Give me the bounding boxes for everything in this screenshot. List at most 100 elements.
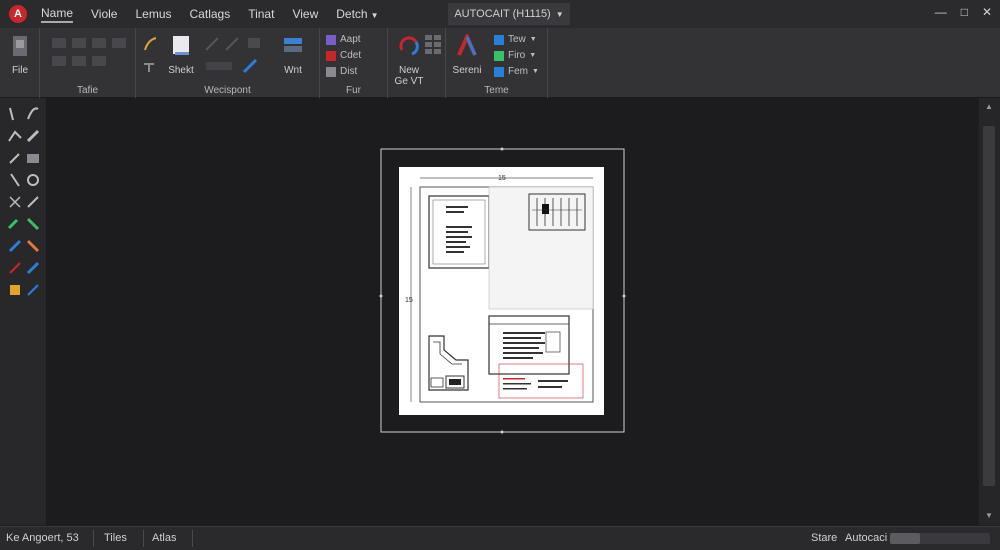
- line-tool-icon[interactable]: [7, 106, 23, 122]
- group-label-fur: Fur: [346, 85, 361, 96]
- grip-left-icon[interactable]: [379, 294, 383, 298]
- blue-pen-tool-icon[interactable]: [25, 260, 41, 276]
- group-label-table: Tafie: [76, 85, 99, 96]
- restore-button[interactable]: □: [961, 5, 968, 19]
- side-dimension-label: 15: [405, 297, 413, 304]
- brush-tool-icon[interactable]: [25, 128, 41, 144]
- wnt-button[interactable]: Wnt: [276, 34, 310, 76]
- table-tools-icon: [52, 38, 126, 66]
- menu-item-viole[interactable]: Viole: [91, 7, 117, 21]
- file-button[interactable]: File: [3, 34, 37, 76]
- teme-row-label: Fem: [508, 66, 528, 77]
- pencil-icon[interactable]: [142, 36, 158, 52]
- ribbon-group-teme: Sereni Tew ▼ Firo ▼ Fem ▼ Teme: [446, 28, 548, 98]
- sheet-button[interactable]: Shekt: [164, 34, 198, 76]
- erase-tool-icon[interactable]: [25, 238, 41, 254]
- fur-row-dist[interactable]: Dist: [326, 66, 357, 77]
- status-separator: [192, 530, 193, 547]
- window-controls: — □ ✕: [935, 5, 992, 19]
- fill-tool-icon[interactable]: [7, 216, 23, 232]
- teme-row-firo[interactable]: Firo ▼: [494, 50, 536, 61]
- menu-item-tinat[interactable]: Tinat: [248, 7, 274, 21]
- group-label-teme: Teme: [484, 85, 509, 96]
- status-progress-bar[interactable]: [890, 533, 990, 544]
- polyline-tool-icon[interactable]: [7, 128, 23, 144]
- scroll-down-icon[interactable]: ▼: [985, 511, 993, 520]
- top-dimension-label: 15: [498, 175, 506, 182]
- autocad-window: A Name Viole Lemus Catlags Tinat View De…: [0, 0, 1000, 550]
- snap-tool-icon[interactable]: [7, 260, 23, 276]
- sheet-icon: [173, 36, 189, 55]
- ribbon-group-workspace: Shekt Wnt Wecispont: [136, 28, 320, 98]
- scroll-up-icon[interactable]: ▲: [985, 102, 993, 111]
- scrollbar-thumb[interactable]: [983, 126, 995, 486]
- text-style-icon[interactable]: [142, 60, 158, 74]
- teme-row-tew[interactable]: Tew ▼: [494, 34, 537, 45]
- app-logo-icon[interactable]: A: [9, 5, 27, 23]
- document-tab[interactable]: AUTOCAIT (H1115) ▼: [448, 3, 570, 25]
- arc-tool-icon[interactable]: [25, 106, 41, 122]
- grip-right-icon[interactable]: [622, 294, 626, 298]
- status-separator: [143, 530, 144, 547]
- chevron-down-icon: ▼: [532, 68, 539, 75]
- close-button[interactable]: ✕: [982, 5, 992, 19]
- grip-bottom-icon[interactable]: [500, 430, 504, 434]
- fur-row-cdet[interactable]: Cdet: [326, 50, 361, 61]
- pen-tool-icon[interactable]: [7, 150, 23, 166]
- ribbon-group-fur: Aapt Cdet Dist Fur: [320, 28, 388, 98]
- sereni-label: Sereni: [452, 65, 482, 76]
- status-atlas[interactable]: Atlas: [152, 532, 176, 544]
- chevron-down-icon: ▼: [529, 52, 537, 59]
- teme-row-label: Firo: [508, 50, 526, 61]
- stylus-tool-icon[interactable]: [25, 194, 41, 210]
- menu-item-name[interactable]: Name: [41, 6, 74, 23]
- workspace-tools-icon: [205, 37, 260, 74]
- new-button[interactable]: New Ge VT: [392, 34, 426, 87]
- status-coordinates[interactable]: Ke Angoert, 53: [6, 532, 79, 544]
- file-label: File: [11, 65, 29, 76]
- drawing-canvas[interactable]: 15 15: [48, 98, 978, 525]
- measure-tool-icon[interactable]: [7, 194, 23, 210]
- pick-tool-icon[interactable]: [25, 282, 41, 298]
- paint-tool-icon[interactable]: [25, 216, 41, 232]
- fur-row-aapt[interactable]: Aapt: [326, 34, 361, 45]
- status-tiles[interactable]: Tiles: [104, 532, 127, 544]
- menu-item-detch[interactable]: Detch ▼: [336, 7, 378, 21]
- layer-tool-icon[interactable]: [7, 282, 23, 298]
- hatch-tool-icon[interactable]: [25, 150, 41, 166]
- tew-icon: [494, 34, 504, 45]
- status-bar: Ke Angoert, 53 Tiles Atlas Stare Autocac…: [0, 526, 1000, 550]
- grid-icon[interactable]: [424, 34, 442, 56]
- layout-panel-right: [488, 186, 594, 310]
- drawing-sheet: 15 15: [379, 147, 626, 434]
- grip-top-icon[interactable]: [500, 147, 504, 151]
- ribbon-group-file: File: [0, 28, 40, 98]
- status-app-name[interactable]: Autocaci: [845, 532, 887, 544]
- chevron-down-icon: ▼: [370, 11, 379, 20]
- aapt-icon: [326, 34, 336, 45]
- circle-tool-icon[interactable]: [25, 172, 41, 188]
- firo-icon: [494, 50, 504, 61]
- marker-tool-icon[interactable]: [7, 238, 23, 254]
- menu-item-view[interactable]: View: [292, 7, 318, 21]
- chevron-down-icon: ▼: [529, 36, 537, 43]
- document-tab-label: AUTOCAIT (H1115): [454, 8, 551, 20]
- sheet-label: Shekt: [168, 65, 194, 76]
- ribbon-group-new: New Ge VT: [388, 28, 446, 98]
- new-drawing-icon: [399, 36, 419, 56]
- teme-row-fem[interactable]: Fem ▼: [494, 66, 539, 77]
- group-label-workspace: Wecispont: [204, 85, 251, 96]
- vertical-scrollbar[interactable]: ▲ ▼: [979, 98, 1000, 525]
- ribbon-group-table: Tafie: [40, 28, 136, 98]
- menu-item-lemus[interactable]: Lemus: [135, 7, 171, 21]
- status-state[interactable]: Stare: [811, 532, 837, 544]
- fur-row-label: Aapt: [340, 34, 361, 45]
- menu-item-catlags[interactable]: Catlags: [190, 7, 231, 21]
- minimize-button[interactable]: —: [935, 5, 947, 19]
- autodesk-logo-icon: [457, 32, 477, 56]
- sereni-button[interactable]: Sereni: [450, 32, 484, 76]
- fur-row-label: Cdet: [340, 50, 362, 61]
- status-progress-fill: [890, 533, 920, 544]
- wnt-label: Wnt: [284, 65, 302, 76]
- trim-tool-icon[interactable]: [7, 172, 23, 188]
